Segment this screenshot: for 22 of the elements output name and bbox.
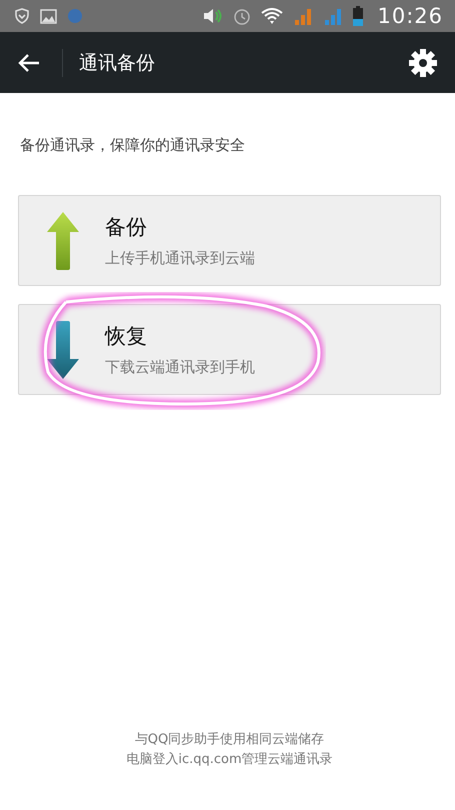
back-button[interactable] xyxy=(18,52,40,72)
settings-button[interactable] xyxy=(409,48,437,76)
screen-title: 通讯备份 xyxy=(79,50,156,76)
restore-card[interactable]: 恢复 下载云端通讯录到手机 xyxy=(18,304,441,395)
wifi-icon xyxy=(261,8,284,24)
image-icon xyxy=(40,8,57,24)
clock-time: 10:26 xyxy=(377,4,443,28)
speaker-icon xyxy=(203,8,224,24)
card-title: 备份 xyxy=(105,214,148,241)
card-subtitle: 上传手机通讯录到云端 xyxy=(105,249,255,268)
alarm-clock-icon xyxy=(233,7,252,25)
signal-icon xyxy=(293,7,314,25)
footer-note: 与QQ同步助手使用相同云端储存 xyxy=(134,731,324,748)
signal-icon xyxy=(323,7,344,25)
shield-icon xyxy=(14,8,30,24)
battery-icon xyxy=(353,6,364,26)
up-arrow-icon xyxy=(47,212,79,270)
description-text: 备份通讯录，保障你的通讯录安全 xyxy=(20,136,246,155)
backup-card[interactable]: 备份 上传手机通讯录到云端 xyxy=(18,195,441,286)
card-title: 恢复 xyxy=(105,323,148,350)
footer-note: 电脑登入ic.qq.com管理云端通讯录 xyxy=(126,751,333,768)
card-subtitle: 下载云端通讯录到手机 xyxy=(105,358,255,377)
